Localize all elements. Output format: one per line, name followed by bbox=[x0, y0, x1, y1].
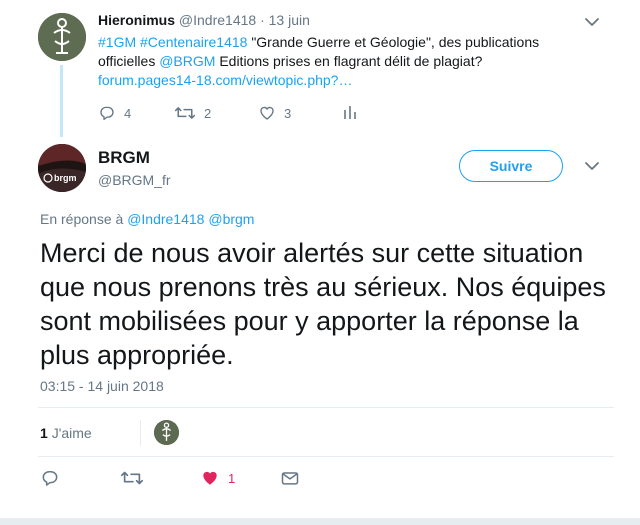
parent-avatar[interactable] bbox=[38, 13, 86, 61]
parent-retweet-button[interactable]: 2 bbox=[174, 104, 211, 122]
chevron-down-icon[interactable] bbox=[582, 12, 602, 32]
main-author-name[interactable]: BRGM bbox=[98, 148, 150, 168]
parent-author-name[interactable]: Hieronimus bbox=[98, 12, 175, 28]
retweet-icon bbox=[174, 107, 196, 119]
likes-label: J'aime bbox=[51, 425, 92, 441]
like-count: 1 bbox=[228, 470, 236, 486]
parent-tweet[interactable]: Hieronimus @Indre1418 · 13 juin #1GM #Ce… bbox=[0, 0, 640, 140]
chevron-down-icon[interactable] bbox=[582, 156, 602, 176]
liker-avatar[interactable] bbox=[154, 420, 179, 445]
likes-row: 1 J'aime bbox=[40, 420, 600, 446]
likes-separator bbox=[140, 420, 141, 446]
reply-icon bbox=[100, 106, 114, 121]
analytics-button[interactable] bbox=[342, 104, 366, 120]
parent-tweet-text: #1GM #Centenaire1418 "Grande Guerre et G… bbox=[98, 33, 568, 90]
main-tweet-text: Merci de nous avoir alertés sur cette si… bbox=[40, 238, 606, 370]
likes-number: 1 bbox=[40, 425, 48, 441]
reply-button[interactable] bbox=[40, 468, 68, 488]
likes-summary[interactable]: 1 J'aime bbox=[40, 425, 92, 441]
parent-like-count: 3 bbox=[284, 105, 292, 121]
analytics-icon bbox=[344, 106, 356, 119]
parent-like-button[interactable]: 3 bbox=[258, 104, 291, 122]
parent-text-part-2: Editions prises en flagrant délit de pla… bbox=[215, 53, 483, 69]
retweet-button[interactable] bbox=[120, 468, 152, 488]
brgm-avatar[interactable]: brgm bbox=[38, 144, 86, 192]
tweet-timestamp[interactable]: 03:15 - 14 juin 2018 bbox=[40, 378, 164, 394]
direct-message-button[interactable] bbox=[280, 468, 308, 488]
parent-date[interactable]: 13 juin bbox=[269, 12, 310, 28]
heart-filled-icon bbox=[203, 471, 217, 485]
envelope-icon bbox=[281, 472, 299, 485]
parent-reply-button[interactable]: 4 bbox=[98, 104, 131, 122]
parent-header: Hieronimus @Indre1418 · 13 juin bbox=[98, 12, 310, 28]
parent-retweet-count: 2 bbox=[204, 105, 212, 121]
thread-line bbox=[60, 65, 63, 137]
reply-context: En réponse à @Indre1418 @brgm bbox=[40, 211, 254, 227]
parent-separator: · bbox=[260, 12, 265, 28]
follow-button[interactable]: Suivre bbox=[459, 150, 563, 182]
parent-url[interactable]: forum.pages14-18.com/viewtopic.php?… bbox=[98, 71, 568, 90]
parent-author-handle[interactable]: @Indre1418 bbox=[179, 12, 256, 28]
parent-actions: 4 2 3 bbox=[98, 104, 398, 124]
reply-icon bbox=[42, 471, 58, 486]
parent-hashtags[interactable]: #1GM #Centenaire1418 bbox=[98, 34, 247, 50]
divider bbox=[38, 456, 614, 457]
parent-reply-count: 4 bbox=[124, 105, 132, 121]
heart-icon bbox=[260, 106, 274, 120]
main-author-handle[interactable]: @BRGM_fr bbox=[98, 172, 171, 188]
reply-prefix: En réponse à bbox=[40, 211, 124, 227]
svg-text:brgm: brgm bbox=[54, 173, 77, 183]
parent-mention[interactable]: @BRGM bbox=[159, 53, 215, 69]
retweet-icon bbox=[121, 471, 143, 485]
divider bbox=[38, 407, 614, 408]
reply-mention-2[interactable]: @brgm bbox=[208, 211, 254, 227]
reply-mention-1[interactable]: @Indre1418 bbox=[127, 211, 204, 227]
like-button[interactable]: 1 bbox=[200, 468, 235, 488]
main-actions: 1 bbox=[40, 468, 600, 490]
bottom-divider bbox=[0, 518, 640, 525]
